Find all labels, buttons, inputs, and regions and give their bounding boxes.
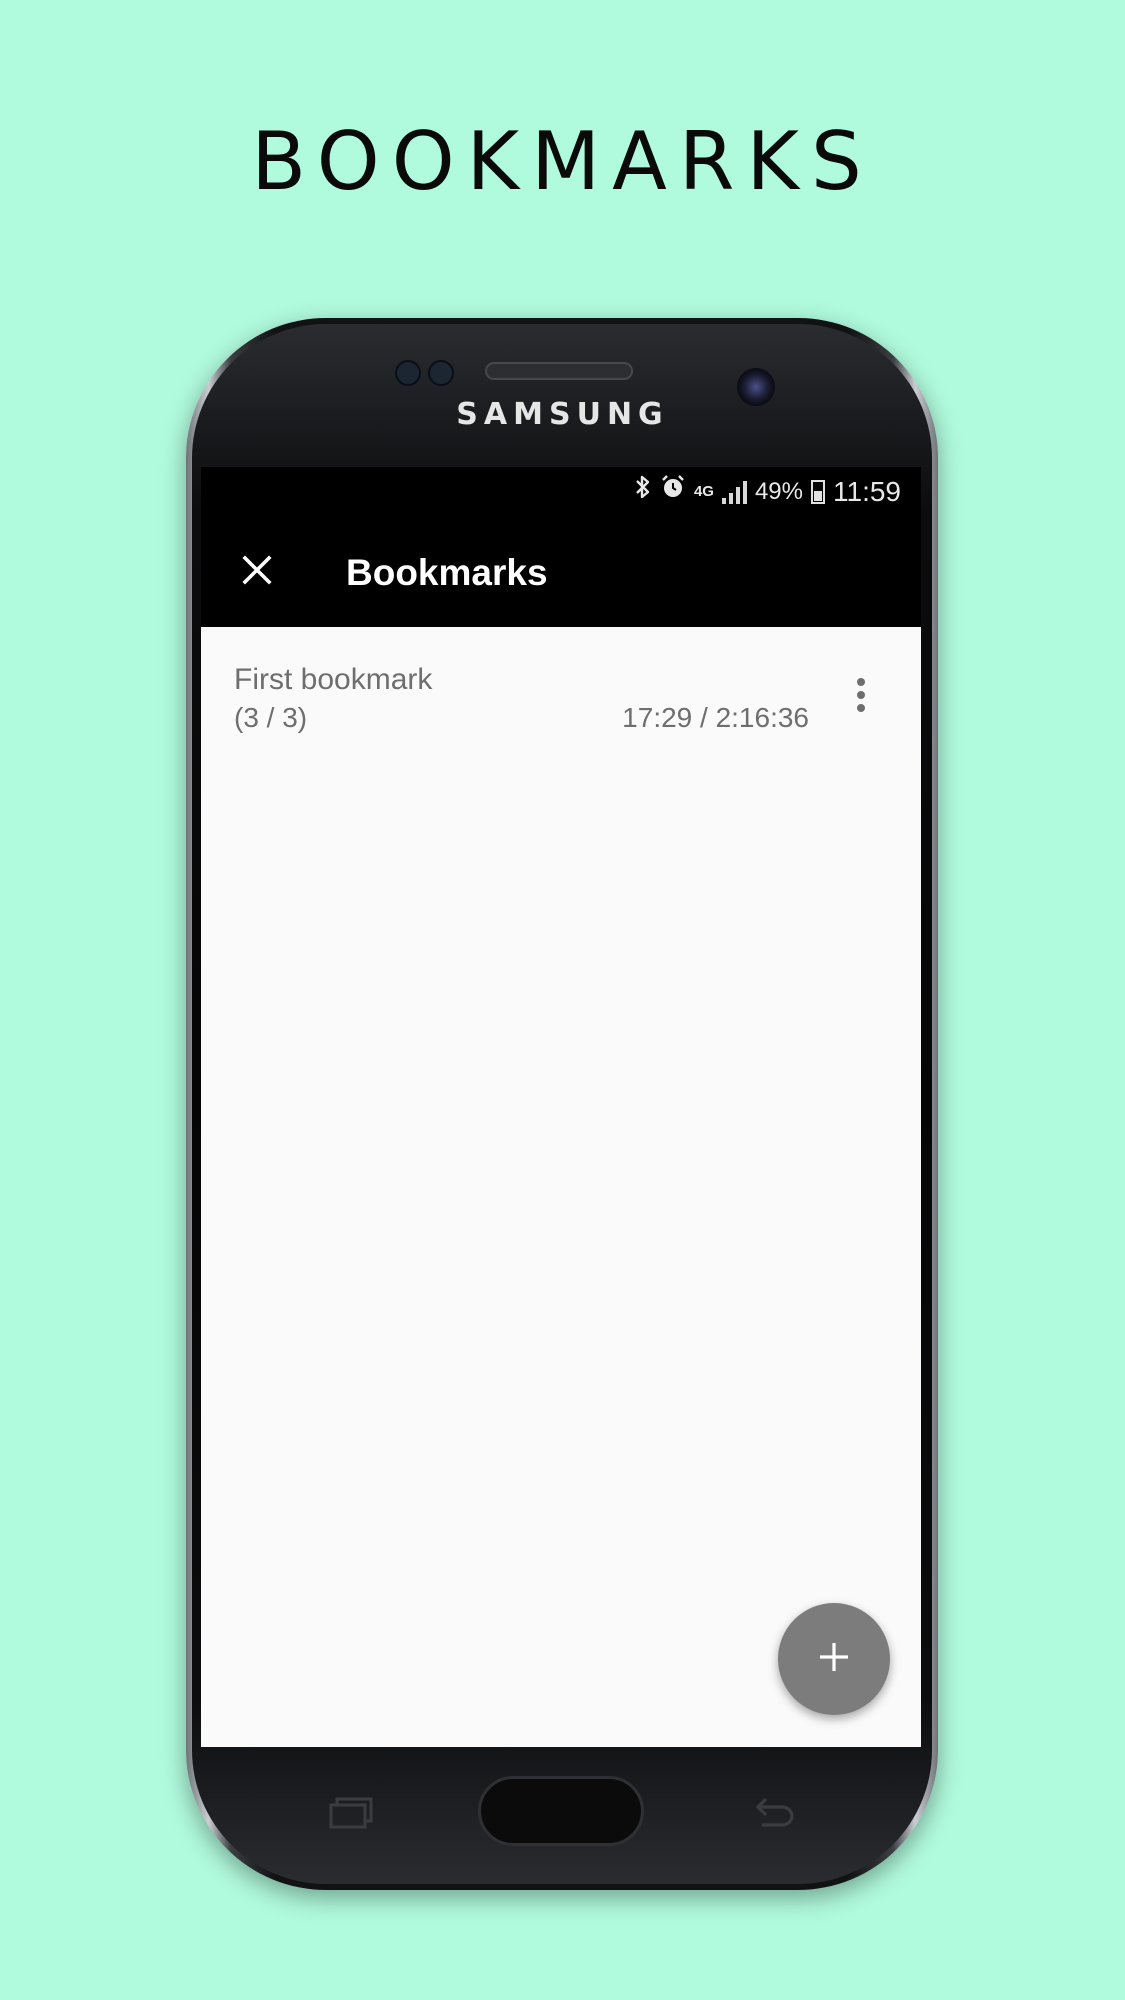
brand-logo: SAMSUNG: [456, 397, 669, 432]
bookmark-count: (3 / 3): [234, 702, 308, 733]
close-icon: [241, 554, 273, 591]
page-heading: BOOKMARKS: [251, 115, 874, 208]
bookmark-time: 17:29 / 2:16:36: [622, 702, 809, 733]
bookmark-title: First bookmark: [234, 663, 433, 696]
more-vert-icon: [857, 678, 865, 686]
app-toolbar: Bookmarks: [201, 517, 921, 627]
add-bookmark-button[interactable]: [778, 1603, 890, 1715]
close-button[interactable]: [229, 544, 285, 600]
status-bar: 4G 49% 11:59: [201, 467, 921, 517]
back-key[interactable]: [748, 1791, 798, 1831]
signal-icon: [721, 480, 747, 504]
alarm-icon: [660, 474, 686, 510]
earpiece-speaker: [485, 362, 633, 380]
network-type: 4G: [693, 483, 714, 500]
recent-apps-key[interactable]: [328, 1795, 374, 1831]
sensor-dot: [428, 360, 454, 386]
plus-icon: [817, 1640, 851, 1679]
more-vert-icon: [857, 704, 865, 712]
app-screen: 4G 49% 11:59 Bookmarks First bookmark (3…: [201, 467, 921, 1747]
battery-icon: [811, 480, 825, 504]
more-vert-icon: [857, 691, 865, 699]
battery-percent: 49%: [754, 478, 803, 505]
status-time: 11:59: [833, 476, 901, 507]
status-icons: 4G 49% 11:59: [634, 475, 901, 509]
toolbar-title: Bookmarks: [346, 552, 548, 593]
bookmark-menu-button[interactable]: [841, 665, 881, 725]
sensor-dot: [395, 360, 421, 386]
home-button[interactable]: [478, 1776, 644, 1846]
bookmark-item[interactable]: First bookmark (3 / 3) 17:29 / 2:16:36: [201, 627, 921, 757]
bluetooth-icon: [634, 474, 652, 510]
